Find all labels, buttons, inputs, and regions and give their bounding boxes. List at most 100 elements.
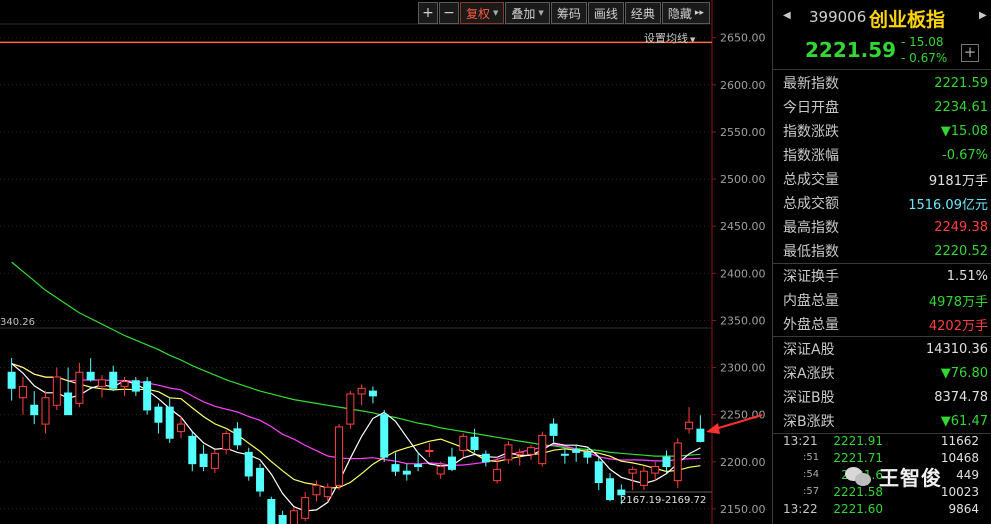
candle-body [131,380,140,392]
kline-chart-area[interactable]: 2650.00 2600.00 2550.00 2500.00 2450.00 2400.… [0,0,772,524]
quote-value: 1516.09亿元 [908,194,988,213]
quote-label: 今日开盘 [783,100,839,116]
overlay-button[interactable]: 叠加 ▼ [505,2,550,24]
double-chevron-right-icon: ▸▸ [694,8,704,18]
tick-price: 2221.60 [833,501,883,516]
chevron-down-icon: ▼ [493,9,499,17]
tick-volume: 11662 [940,433,979,448]
prev-stock-icon[interactable]: ◀ [783,10,791,21]
quote-label: 总成交额 [783,196,839,212]
candle-body [481,453,490,463]
quote-row: 指数涨跌 ▼15.08 [773,119,991,143]
next-stock-icon[interactable]: ▶ [979,10,987,21]
candle-body [165,406,174,439]
candle-body [538,434,547,465]
quote-label: 指数涨跌 [783,124,839,140]
quote-number: 2220.52 [934,243,988,259]
candle-body [560,453,569,456]
quote-row: 深B涨跌 ▼61.47 [773,409,991,433]
quote-row: 今日开盘 2234.61 [773,95,991,119]
quote-section-market: 深证A股 14310.36 深A涨跌 ▼76.80 深证B股 8374.78 深B涨跌 ▼61… [773,337,991,434]
add-watchlist-button[interactable]: + [961,44,979,62]
chip-distribution-button[interactable]: 筹码 [550,2,587,24]
candle-body [154,406,163,423]
candle-body [64,392,73,416]
candle-body [402,470,411,475]
candle-body [606,478,615,500]
quote-number: 2249.38 [934,219,988,235]
candle-body [177,423,185,433]
tick-time: :54 [803,469,820,480]
y-tick-label: 2150.00 [720,503,766,516]
draw-line-button[interactable]: 画线 [587,2,624,24]
candle-body [41,397,50,425]
quote-number: 4978 [928,294,962,310]
quote-value: ▼61.47 [941,414,988,429]
quote-label: 深证B股 [783,390,835,406]
fuquan-button[interactable]: 复权 ▼ [460,2,505,24]
zoom-in-button[interactable]: + [418,2,438,24]
candle-body [143,381,152,411]
candle-body [662,456,671,468]
y-tick-label: 2600.00 [720,79,766,92]
quote-row: 深证换手 1.51% [773,264,991,288]
candle-body [594,461,603,484]
quote-unit: 万手 [961,173,988,189]
quote-label: 深证A股 [783,342,835,358]
wechat-icon [845,465,873,487]
quote-number: -0.67% [942,147,988,163]
wechat-watermark: 王智俊 [845,456,965,496]
candle-body [30,404,39,416]
quote-value: ▼15.08 [941,124,988,139]
candle-body [447,456,456,470]
quote-number: 9181 [928,173,962,189]
y-tick-label: 2500.00 [720,173,766,186]
watermark-author-name: 王智俊 [879,465,942,490]
candle-body [527,447,535,455]
quote-label: 最高指数 [783,220,839,236]
quote-number: 8374.78 [934,389,988,405]
quote-row: 深证B股 8374.78 [773,385,991,409]
price-change-pct: - 0.67% [901,51,948,65]
quote-value: 9181万手 [929,170,988,189]
quote-label: 总成交量 [783,172,839,188]
quote-row: 深证A股 14310.36 [773,337,991,361]
chart-toolbar: + − 复权 ▼ 叠加 ▼ 筹码 画线 经典 隐藏 ▸▸ [418,2,711,24]
range-label: 2167.19-2169.72 [620,495,706,506]
candle-body [18,385,27,399]
zoom-out-button[interactable]: − [439,2,459,24]
quote-label: 深A涨跌 [783,366,835,382]
candle-body [75,371,84,404]
y-tick-label: 2400.00 [720,267,766,280]
quote-value: 2220.52 [934,244,988,259]
y-tick-label: 2450.00 [720,220,766,233]
y-tick-label: 2650.00 [720,32,766,45]
candle-body [504,444,513,461]
candle-body [120,381,129,387]
candle-body [289,510,298,524]
candle-body [572,449,581,453]
current-price: 2221.59 [805,38,897,62]
quote-value: 8374.78 [934,390,988,405]
quote-number: 1516.09 [908,197,962,213]
candle-body [97,379,106,387]
tick-time: 13:21 [783,433,818,448]
candle-body [278,515,287,524]
quote-row: 最高指数 2249.38 [773,215,991,239]
quote-value: 4202万手 [929,315,988,334]
quote-value: 2249.38 [934,220,988,235]
candle-body [52,376,61,406]
candle-body [199,453,208,468]
ma-settings-button[interactable]: 设置均线 ▼ [644,30,695,46]
candle-body [639,470,648,486]
chevron-down-icon: ▼ [538,9,544,17]
kline-chart[interactable]: 2650.00 2600.00 2550.00 2500.00 2450.00 2400.… [0,0,772,524]
quote-number: ▼15.08 [940,123,988,139]
quote-label: 内盘总量 [783,293,839,309]
candle-body [357,387,366,395]
tick-time: :57 [803,486,820,497]
classic-button[interactable]: 经典 [624,2,661,24]
candle-body [414,464,423,468]
hide-button[interactable]: 隐藏 ▸▸ [661,2,710,24]
quote-row: 最低指数 2220.52 [773,239,991,263]
